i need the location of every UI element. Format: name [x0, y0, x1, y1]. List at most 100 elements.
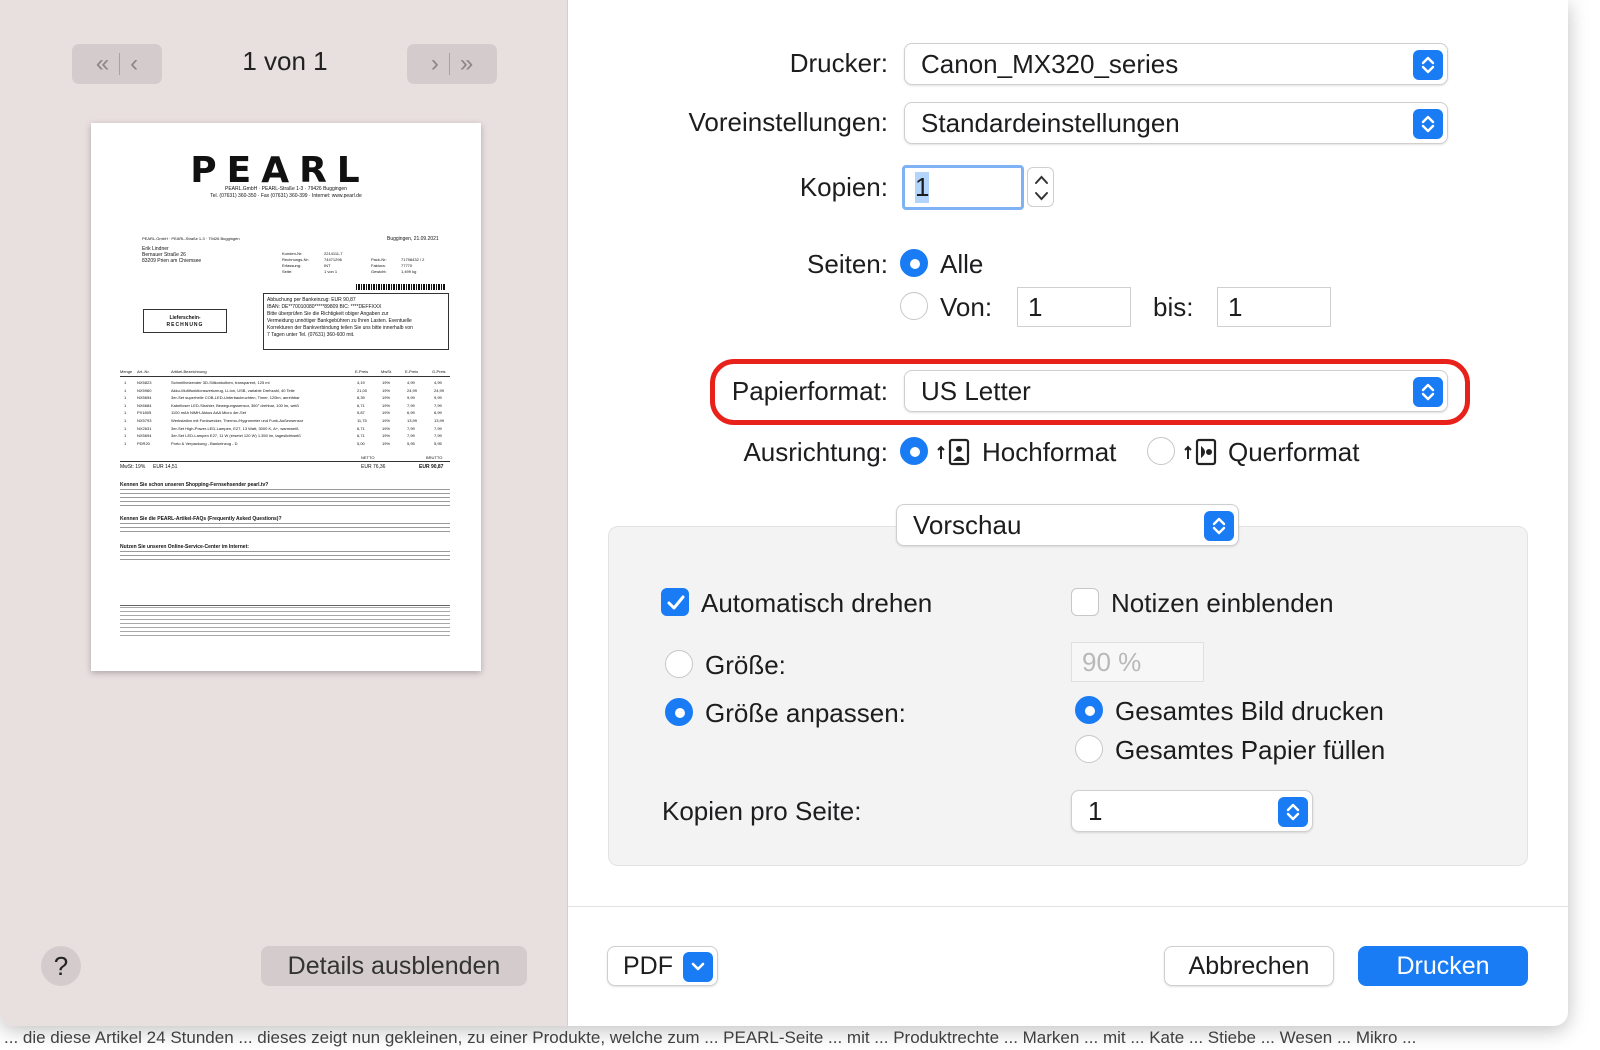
chevron-updown-icon — [1204, 511, 1234, 541]
presets-value: Standardeinstellungen — [921, 107, 1180, 138]
divider — [120, 461, 450, 462]
barcode — [356, 284, 446, 290]
table-cell: NX5960 — [137, 387, 152, 393]
table-cell: 21,00 — [357, 387, 368, 393]
pdf-menu-button[interactable]: PDF — [607, 946, 718, 986]
table-cell: NX5793 — [137, 418, 152, 423]
section-title: Kennen Sie schon unseren Shopping-Fernse… — [120, 482, 269, 488]
auto-rotate-checkbox[interactable] — [661, 588, 689, 616]
table-header: G-Preis — [432, 369, 446, 374]
pdf-label: PDF — [623, 951, 673, 980]
print-entire-image-radio[interactable] — [1075, 696, 1103, 724]
auto-rotate-label: Automatisch drehen — [701, 588, 933, 618]
table-cell: 3er-Set LED-Lampen E27, 11 W (ersetzt 12… — [171, 433, 301, 439]
printer-select[interactable]: Canon_MX320_series — [904, 43, 1448, 85]
help-button[interactable]: ? — [41, 946, 81, 986]
netto-value: EUR 76,36 — [361, 464, 386, 470]
next-page-icon[interactable]: › — [431, 50, 439, 78]
copies-per-page-select[interactable]: 1 — [1071, 790, 1313, 832]
table-cell: 6,71 — [357, 402, 365, 408]
chevron-down-icon — [683, 952, 713, 982]
paper-size-highlight — [710, 359, 1470, 425]
footer-divider — [568, 906, 1568, 907]
section-value: Vorschau — [913, 509, 1022, 540]
pearl-logo: PEARL — [190, 150, 370, 191]
portrait-label: Hochformat — [982, 437, 1117, 467]
doc-date: Buggingen, 21.09.2021 — [387, 236, 439, 242]
table-cell: 4,19 — [357, 380, 365, 385]
scale-radio[interactable] — [665, 650, 693, 678]
table-cell: 19% — [382, 410, 391, 416]
copies-label: Kopien: — [799, 172, 888, 202]
table-cell: 13,99 — [407, 418, 418, 423]
first-prev-page-buttons[interactable]: «‹ — [72, 44, 162, 84]
cancel-button[interactable]: Abbrechen — [1164, 946, 1334, 986]
return-address: PEARL.GmbH · PEARL-Straße 1-3 · 79426 Bu… — [142, 236, 240, 241]
table-cell: 6,71 — [357, 425, 365, 431]
sender-line: PEARL.GmbH · PEARL-Straße 1-3 · 79426 Bu… — [224, 186, 347, 192]
print-dialog: «‹ 1 von 1 ›» PEARL PEARL.GmbH · PEARL-S… — [0, 0, 1568, 1026]
table-cell: 24,99 — [434, 387, 445, 393]
last-page-icon[interactable]: » — [460, 50, 473, 78]
payment-line: Korrekturen der Bankverbindung teilen Si… — [267, 325, 413, 331]
table-cell: NX6684 — [137, 402, 152, 408]
table-cell: 7,99 — [434, 425, 442, 431]
pages-to-input[interactable]: 1 — [1217, 287, 1331, 327]
table-cell: 7,99 — [407, 402, 415, 408]
divider — [120, 376, 450, 377]
table-cell: 6,99 — [434, 410, 442, 416]
copies-value: 1 — [915, 172, 930, 203]
table-cell: 11,75 — [357, 418, 367, 423]
hide-details-button[interactable]: Details ausblenden — [261, 946, 527, 986]
table-cell: 19% — [382, 387, 391, 393]
presets-select[interactable]: Standardeinstellungen — [904, 102, 1448, 144]
copies-stepper[interactable] — [1027, 167, 1054, 207]
table-cell: 1 — [124, 418, 127, 423]
table-header: Art.-Nr. — [137, 369, 150, 374]
doc-type-line: Lieferschein- — [169, 315, 201, 321]
table-cell: Akku-Multifunktionswerkzeug, Li-Ion, USB… — [171, 387, 295, 393]
scale-label: Größe: — [705, 650, 786, 680]
table-cell: 13,99 — [434, 418, 445, 423]
table-header: E-Preis — [405, 369, 419, 374]
table-cell: 6,71 — [357, 433, 365, 439]
portrait-radio[interactable] — [900, 437, 928, 465]
table-cell: 7,99 — [434, 433, 442, 439]
table-cell: 9,99 — [434, 395, 442, 401]
pages-all-label: Alle — [940, 249, 984, 279]
table-cell: 7,99 — [407, 433, 415, 439]
copies-per-page-label: Kopien pro Seite: — [662, 796, 862, 826]
landscape-radio[interactable] — [1147, 437, 1175, 465]
presets-label: Voreinstellungen: — [688, 107, 888, 137]
pages-all-radio[interactable] — [900, 249, 928, 277]
table-header: E-Preis — [355, 369, 369, 374]
previous-page-icon[interactable]: ‹ — [130, 50, 138, 78]
payment-box: Abbuchung per Bankeinzug: EUR 90,87 IBAN… — [263, 293, 449, 350]
pages-from-input[interactable]: 1 — [1017, 287, 1131, 327]
next-last-page-buttons[interactable]: ›» — [407, 44, 497, 84]
pages-range-radio[interactable] — [900, 292, 928, 320]
brutto-label: BRUTTO — [426, 455, 443, 460]
copies-input[interactable]: 1 — [902, 165, 1024, 210]
table-cell: PX1805 — [137, 410, 152, 416]
fill-paper-label: Gesamtes Papier füllen — [1115, 735, 1386, 765]
table-cell: 5,87 — [357, 410, 365, 416]
table-cell: 4,99 — [434, 380, 442, 385]
first-page-icon[interactable]: « — [96, 50, 109, 78]
section-select[interactable]: Vorschau — [896, 504, 1239, 546]
fill-paper-radio[interactable] — [1075, 735, 1103, 763]
brutto-value: EUR 90,87 — [419, 464, 444, 470]
table-cell: NX5694 — [137, 395, 152, 401]
pages-to-label: bis: — [1153, 292, 1194, 322]
table-cell: 5,95 — [434, 440, 442, 446]
scale-input[interactable]: 90 % — [1071, 642, 1204, 682]
scale-to-fit-radio[interactable] — [665, 698, 693, 726]
background-text: ... die diese Artikel 24 Stunden ... die… — [4, 1028, 1417, 1047]
payment-line: Vermeidung unnötiger Bankgebühren zu Ihr… — [267, 318, 412, 324]
landscape-icon — [1184, 437, 1218, 472]
mwst-value: EUR 14,51 — [153, 464, 178, 470]
print-button[interactable]: Drucken — [1358, 946, 1528, 986]
chevron-updown-icon — [1278, 797, 1308, 827]
show-notes-checkbox[interactable] — [1071, 588, 1099, 616]
table-cell: 19% — [382, 418, 391, 423]
